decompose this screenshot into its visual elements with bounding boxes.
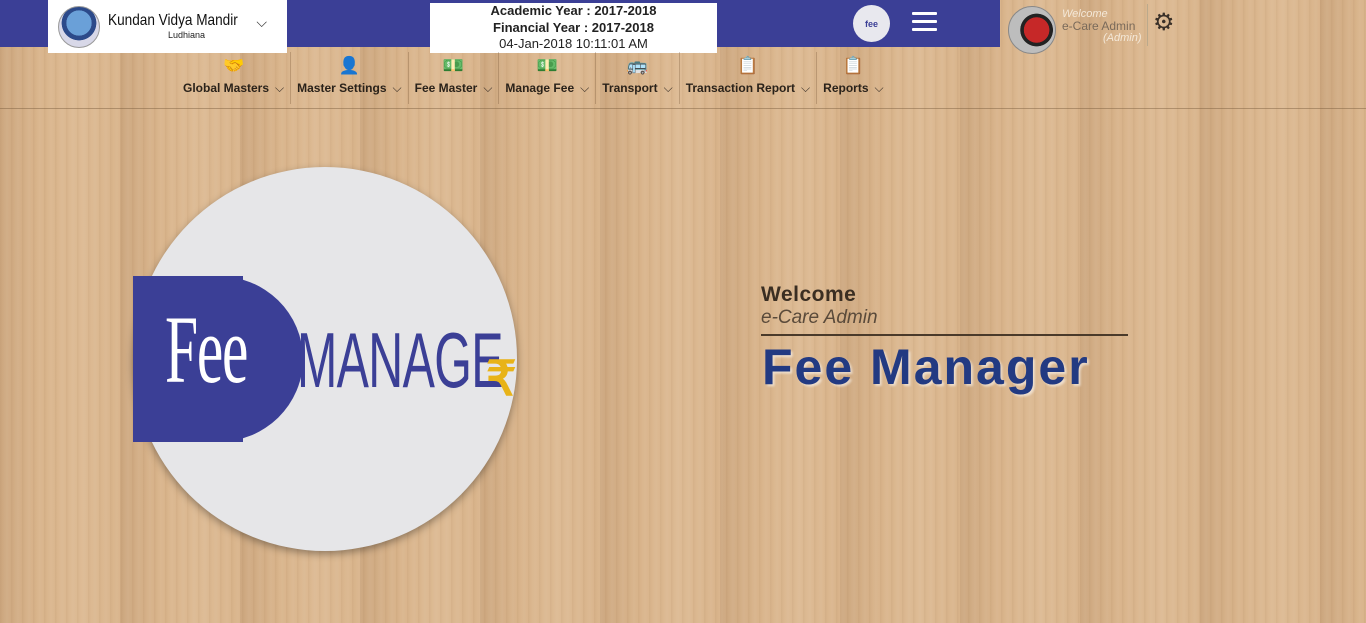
money-icon: 💵	[442, 56, 465, 75]
user-role: (Admin)	[1103, 32, 1142, 44]
logo-manager-text: MANAGE	[297, 316, 503, 404]
user-name: e-Care Admin	[1062, 19, 1136, 33]
menu-label: Transaction Report	[685, 81, 796, 95]
school-name: Kundan Vidya Mandir	[108, 12, 238, 29]
rupee-icon: ₹	[486, 353, 517, 406]
school-crest-icon	[58, 5, 100, 48]
session-info: Academic Year : 2017-2018 Financial Year…	[430, 3, 717, 53]
chevron-down-icon: ⌵	[483, 81, 493, 95]
menu-label: Global Masters	[183, 81, 270, 95]
menu-divider	[0, 108, 1366, 109]
menu-label: Manage Fee	[505, 81, 575, 95]
academic-year: Academic Year : 2017-2018	[490, 3, 657, 18]
logo-fee-text: Fee	[165, 296, 248, 403]
bus-icon: 🚌	[626, 56, 649, 75]
badge-text: fee	[864, 18, 878, 29]
user-panel[interactable]: Welcome e-Care Admin (Admin)	[1006, 4, 1146, 54]
menu-item-transport[interactable]: 🚌 Transport ⌵	[596, 52, 680, 104]
chevron-down-icon: ⌵	[275, 81, 285, 95]
avatar[interactable]	[1008, 6, 1056, 54]
chevron-down-icon: ⌵	[392, 81, 402, 95]
menu-label: Fee Master	[414, 81, 478, 95]
app-title: Fee Manager	[762, 339, 1090, 395]
hamburger-menu-icon[interactable]	[912, 12, 937, 32]
fee-manager-badge-icon[interactable]: fee	[853, 5, 890, 42]
top-bar-slant	[955, 0, 1000, 47]
menu-item-global-masters[interactable]: 🤝 Global Masters ⌵	[177, 52, 292, 104]
report-icon: 📋	[842, 56, 864, 75]
report-icon: 📋	[737, 56, 759, 75]
menu-label: Master Settings	[297, 81, 387, 95]
main-menu: 🤝 Global Masters ⌵ 👤 Master Settings ⌵ 💵 F…	[177, 52, 890, 104]
handshake-icon: 🤝	[222, 56, 245, 75]
user-edit-icon: 👤	[338, 56, 360, 75]
chevron-down-icon: ⌵	[663, 81, 673, 95]
chevron-down-icon[interactable]: ⌵	[256, 14, 267, 31]
school-names: Kundan Vidya Mandir Ludhiana	[108, 13, 261, 40]
welcome-divider	[761, 334, 1128, 336]
money-icon: 💵	[536, 56, 558, 75]
menu-item-master-settings[interactable]: 👤 Master Settings ⌵	[291, 52, 409, 104]
chevron-down-icon: ⌵	[580, 81, 590, 95]
school-selector[interactable]: Kundan Vidya Mandir Ludhiana ⌵	[48, 0, 287, 53]
header-divider	[1147, 4, 1148, 46]
menu-item-transaction-report[interactable]: 📋 Transaction Report ⌵	[680, 52, 818, 104]
menu-label: Reports	[823, 81, 869, 95]
menu-item-reports[interactable]: 📋 Reports ⌵	[817, 52, 889, 104]
menu-item-manage-fee[interactable]: 💵 Manage Fee ⌵	[499, 52, 597, 104]
school-city: Ludhiana	[168, 30, 206, 40]
welcome-heading: Welcome	[761, 283, 857, 306]
menu-item-fee-master[interactable]: 💵 Fee Master ⌵	[409, 52, 500, 104]
menu-label: Transport	[602, 81, 658, 95]
chevron-down-icon: ⌵	[874, 81, 884, 95]
current-datetime: 04-Jan-2018 10:11:01 AM	[499, 36, 648, 51]
financial-year: Financial Year : 2017-2018	[493, 19, 654, 35]
chevron-down-icon: ⌵	[801, 81, 811, 95]
welcome-user: e-Care Admin	[761, 307, 878, 328]
gear-icon[interactable]: ⚙	[1153, 11, 1175, 35]
